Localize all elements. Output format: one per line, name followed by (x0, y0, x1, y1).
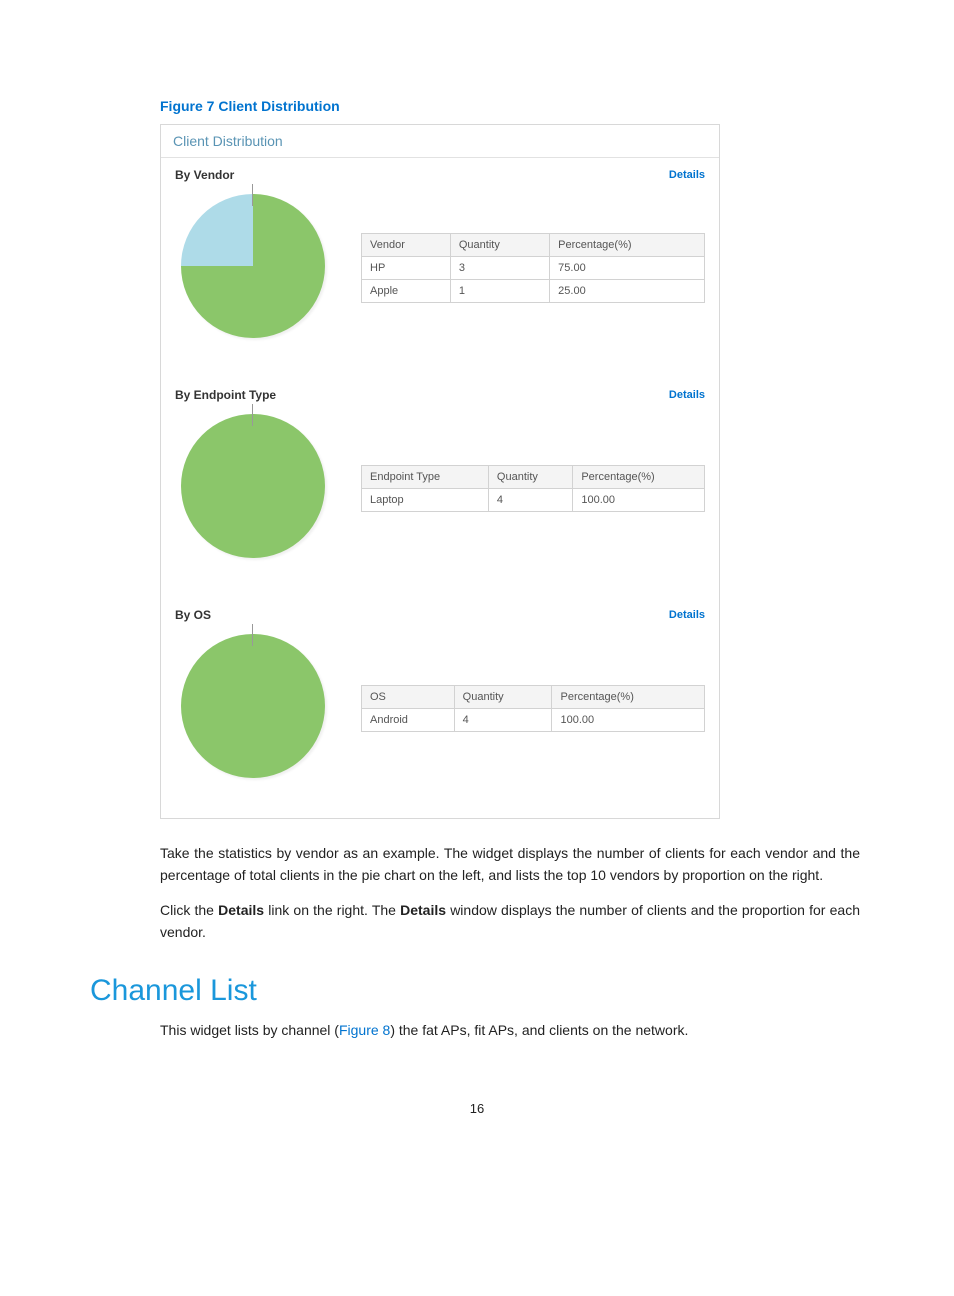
cell: Android (362, 708, 455, 731)
section-by-os: By OS Details OS Quantity Percentage(%) (161, 598, 719, 818)
cell: 3 (450, 257, 549, 280)
col-header: Quantity (454, 685, 552, 708)
body-paragraph: Take the statistics by vendor as an exam… (160, 843, 860, 886)
section-by-vendor: By Vendor Details Vendor Quantity Percen… (161, 158, 719, 378)
cell: 100.00 (573, 488, 705, 511)
client-distribution-widget: Client Distribution By Vendor Details Ve… (160, 124, 720, 819)
table-endpoint: Endpoint Type Quantity Percentage(%) Lap… (361, 465, 705, 512)
col-header: Percentage(%) (550, 234, 705, 257)
table-os: OS Quantity Percentage(%) Android 4 100.… (361, 685, 705, 732)
table-row: Apple 1 25.00 (362, 280, 705, 303)
cell: 25.00 (550, 280, 705, 303)
cell: 75.00 (550, 257, 705, 280)
section-title-os: By OS (175, 608, 211, 622)
details-link-os[interactable]: Details (669, 609, 705, 621)
col-header: Endpoint Type (362, 465, 489, 488)
heading-channel-list: Channel List (90, 974, 864, 1008)
cell: 1 (450, 280, 549, 303)
pie-chart-endpoint (175, 408, 335, 568)
details-link-vendor[interactable]: Details (669, 169, 705, 181)
cell: 4 (488, 488, 572, 511)
body-paragraph: This widget lists by channel (Figure 8) … (160, 1020, 860, 1042)
section-title-endpoint: By Endpoint Type (175, 388, 276, 402)
table-row: HP 3 75.00 (362, 257, 705, 280)
figure-caption: Figure 7 Client Distribution (160, 98, 864, 114)
col-header: OS (362, 685, 455, 708)
cell: HP (362, 257, 451, 280)
col-header: Quantity (488, 465, 572, 488)
body-paragraph: Click the Details link on the right. The… (160, 900, 860, 943)
section-by-endpoint: By Endpoint Type Details Endpoint Type Q… (161, 378, 719, 598)
cell: Apple (362, 280, 451, 303)
figure-ref-link[interactable]: Figure 8 (339, 1022, 390, 1038)
widget-title: Client Distribution (161, 125, 719, 158)
cell: Laptop (362, 488, 489, 511)
col-header: Percentage(%) (573, 465, 705, 488)
section-title-vendor: By Vendor (175, 168, 234, 182)
table-row: Laptop 4 100.00 (362, 488, 705, 511)
cell: 4 (454, 708, 552, 731)
pie-chart-os (175, 628, 335, 788)
col-header: Quantity (450, 234, 549, 257)
details-link-endpoint[interactable]: Details (669, 389, 705, 401)
table-row: Android 4 100.00 (362, 708, 705, 731)
col-header: Percentage(%) (552, 685, 705, 708)
page-number: 16 (90, 1101, 864, 1116)
col-header: Vendor (362, 234, 451, 257)
table-vendor: Vendor Quantity Percentage(%) HP 3 75.00… (361, 233, 705, 303)
pie-chart-vendor (175, 188, 335, 348)
cell: 100.00 (552, 708, 705, 731)
